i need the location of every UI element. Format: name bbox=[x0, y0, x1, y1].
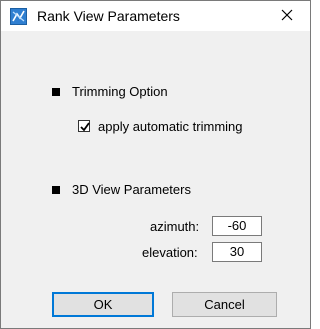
automatic-trimming-checkbox[interactable] bbox=[78, 120, 90, 132]
azimuth-input[interactable]: -60 bbox=[212, 216, 262, 236]
window-title: Rank View Parameters bbox=[37, 8, 180, 24]
view3d-section-bullet-icon bbox=[52, 186, 60, 194]
view3d-section-label: 3D View Parameters bbox=[72, 182, 191, 197]
close-icon bbox=[281, 9, 293, 21]
elevation-label: elevation: bbox=[142, 245, 198, 260]
ok-button[interactable]: OK bbox=[52, 292, 154, 317]
title-bar[interactable]: Rank View Parameters bbox=[1, 1, 310, 31]
close-button[interactable] bbox=[264, 1, 310, 31]
azimuth-label: azimuth: bbox=[150, 219, 200, 234]
trimming-section-label: Trimming Option bbox=[72, 84, 168, 99]
checkmark-icon bbox=[80, 122, 90, 132]
app-icon bbox=[10, 8, 27, 25]
rank-view-parameters-dialog: Rank View Parameters Trimming Option app… bbox=[0, 0, 311, 329]
elevation-input[interactable]: 30 bbox=[212, 242, 262, 262]
trimming-section-bullet-icon bbox=[52, 88, 60, 96]
cancel-button[interactable]: Cancel bbox=[172, 292, 277, 317]
automatic-trimming-label[interactable]: apply automatic trimming bbox=[98, 119, 243, 134]
